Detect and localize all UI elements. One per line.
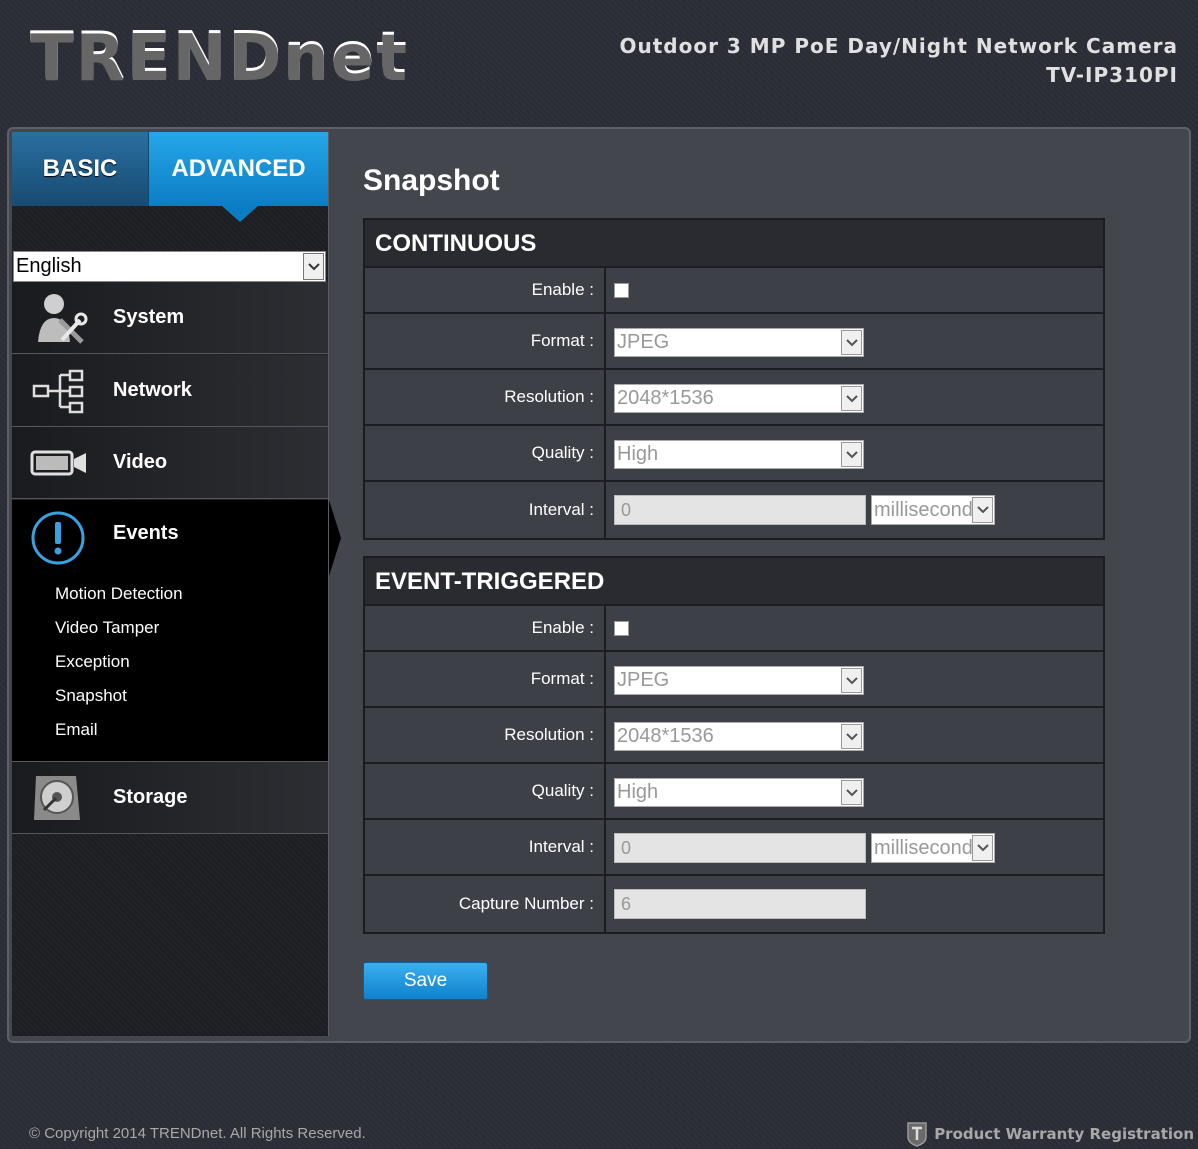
sidebar-item-label: Network (113, 379, 192, 401)
continuous-enable-checkbox[interactable] (614, 283, 629, 298)
event-quality-select[interactable]: High (614, 778, 864, 807)
page-title: Snapshot (363, 164, 500, 197)
event-format-select[interactable]: JPEG (614, 666, 864, 695)
submenu-motion-detection[interactable]: Motion Detection (55, 584, 183, 618)
warranty-registration-link[interactable]: Product Warranty Registration (906, 1121, 1194, 1147)
event-resolution-select[interactable]: 2048*1536 (614, 722, 864, 751)
quality-row: Quality : High (365, 764, 1103, 820)
tab-basic[interactable]: BASIC (12, 132, 148, 206)
sidebar-item-label: Storage (113, 786, 188, 808)
enable-row: Enable : (365, 268, 1103, 314)
enable-row: Enable : (365, 606, 1103, 652)
system-tools-icon (30, 290, 90, 346)
save-button[interactable]: Save (363, 962, 488, 1000)
submenu-exception[interactable]: Exception (55, 652, 183, 686)
resolution-value: 2048*1536 (617, 387, 714, 409)
continuous-quality-select[interactable]: High (614, 440, 864, 469)
product-title: Outdoor 3 MP PoE Day/Night Network Camer… (620, 32, 1179, 90)
trendnet-logo: TRENDnet (30, 20, 409, 94)
continuous-interval-input[interactable]: 0 (614, 495, 866, 525)
format-row: Format : JPEG (365, 652, 1103, 708)
format-row: Format : JPEG (365, 314, 1103, 370)
chevron-down-icon (841, 724, 862, 749)
sidebar-item-system[interactable]: System (12, 282, 328, 354)
capture-number-row: Capture Number : 6 (365, 876, 1103, 932)
video-camera-icon (30, 435, 90, 491)
event-interval-input[interactable]: 0 (614, 833, 866, 863)
chevron-down-icon (841, 442, 862, 467)
sidebar-item-events[interactable]: Events Motion Detection Video Tamper Exc… (12, 500, 328, 762)
chevron-down-icon (841, 386, 862, 411)
copyright-text: © Copyright 2014 TRENDnet. All Rights Re… (29, 1125, 366, 1142)
quality-row: Quality : High (365, 426, 1103, 482)
chevron-down-icon (303, 253, 324, 280)
continuous-resolution-select[interactable]: 2048*1536 (614, 384, 864, 413)
format-value: JPEG (617, 331, 670, 353)
events-submenu: Motion Detection Video Tamper Exception … (55, 584, 183, 754)
interval-unit-value: millisecond (874, 499, 973, 521)
continuous-interval-unit-select[interactable]: millisecond (871, 495, 995, 525)
event-interval-unit-select[interactable]: millisecond (871, 833, 995, 863)
interval-label: Interval : (365, 482, 606, 538)
chevron-down-icon (972, 835, 993, 861)
interval-unit-value: millisecond (874, 837, 973, 859)
resolution-value: 2048*1536 (617, 725, 714, 747)
alert-icon (30, 508, 90, 566)
capture-number-input[interactable]: 6 (614, 889, 866, 919)
trendnet-shield-icon (907, 1122, 927, 1147)
network-tree-icon (30, 363, 90, 419)
language-selected: English (16, 255, 82, 277)
resolution-row: Resolution : 2048*1536 (365, 370, 1103, 426)
enable-label: Enable : (365, 606, 606, 650)
submenu-video-tamper[interactable]: Video Tamper (55, 618, 183, 652)
tab-advanced[interactable]: ADVANCED (148, 132, 328, 206)
quality-label: Quality : (365, 764, 606, 818)
language-select[interactable]: English (13, 251, 326, 282)
section-heading: CONTINUOUS (365, 220, 1103, 268)
storage-disk-icon (30, 770, 90, 826)
sidebar: BASIC ADVANCED English System Network Vi… (12, 132, 329, 1036)
quality-value: High (617, 443, 659, 465)
warranty-label: Product Warranty Registration (934, 1125, 1194, 1143)
content-area: Snapshot CONTINUOUS Enable : Format : JP… (329, 132, 1184, 1036)
product-name: Outdoor 3 MP PoE Day/Night Network Camer… (619, 34, 1178, 58)
resolution-label: Resolution : (365, 708, 606, 762)
interval-label: Interval : (365, 820, 606, 874)
sidebar-item-label: System (113, 306, 185, 328)
event-enable-checkbox[interactable] (614, 621, 629, 636)
format-value: JPEG (617, 669, 670, 691)
enable-label: Enable : (365, 268, 606, 312)
event-triggered-section: EVENT-TRIGGERED Enable : Format : JPEG R… (363, 556, 1105, 934)
chevron-down-icon (841, 780, 862, 805)
quality-label: Quality : (365, 426, 606, 480)
quality-value: High (617, 781, 659, 803)
product-model: TV-IP310PI (1046, 63, 1178, 87)
resolution-label: Resolution : (365, 370, 606, 424)
sidebar-item-label: Events (113, 522, 179, 544)
capture-number-label: Capture Number : (365, 876, 606, 932)
format-label: Format : (365, 652, 606, 706)
sidebar-item-label: Video (113, 451, 168, 473)
submenu-email[interactable]: Email (55, 720, 183, 754)
chevron-down-icon (841, 668, 862, 693)
chevron-down-icon (972, 497, 993, 523)
sidebar-item-video[interactable]: Video (12, 427, 328, 499)
format-label: Format : (365, 314, 606, 368)
mode-tabs: BASIC ADVANCED (12, 132, 328, 222)
interval-row: Interval : 0 millisecond (365, 482, 1103, 538)
continuous-section: CONTINUOUS Enable : Format : JPEG Resolu… (363, 218, 1105, 540)
submenu-snapshot[interactable]: Snapshot (55, 686, 183, 720)
interval-row: Interval : 0 millisecond (365, 820, 1103, 876)
resolution-row: Resolution : 2048*1536 (365, 708, 1103, 764)
continuous-format-select[interactable]: JPEG (614, 328, 864, 357)
active-tab-indicator (222, 206, 258, 222)
chevron-down-icon (841, 330, 862, 355)
sidebar-item-network[interactable]: Network (12, 355, 328, 427)
sidebar-item-storage[interactable]: Storage (12, 762, 328, 834)
section-heading: EVENT-TRIGGERED (365, 558, 1103, 606)
